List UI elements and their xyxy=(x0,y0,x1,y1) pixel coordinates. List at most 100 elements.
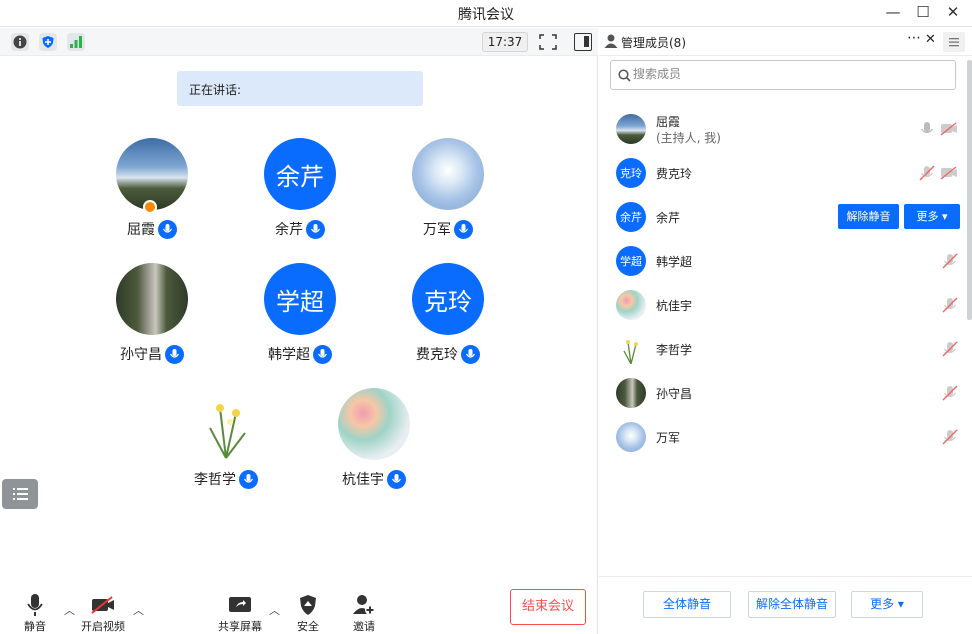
user-icon xyxy=(604,34,618,48)
microphone-icon xyxy=(5,592,65,618)
member-name: 韩学超 xyxy=(656,255,693,269)
footer-more-button[interactable]: 更多 ▾ xyxy=(851,591,923,618)
microphone-gray-icon[interactable] xyxy=(919,121,935,137)
microphone-off-icon[interactable] xyxy=(942,253,958,269)
shield-icon[interactable] xyxy=(39,33,57,51)
participant-tile[interactable]: 克玲 费克玲 xyxy=(388,263,508,373)
sidebar-toggle-icon[interactable] xyxy=(574,33,592,51)
participant-tile[interactable]: 李哲学 xyxy=(166,388,286,498)
participant-tile[interactable]: 屈霞 xyxy=(92,138,212,248)
share-screen-button[interactable]: 共享屏幕 xyxy=(210,592,270,634)
panel-close-button[interactable]: ✕ xyxy=(925,32,936,47)
member-row[interactable]: 李哲学 xyxy=(599,327,972,371)
mic-icon xyxy=(158,219,177,239)
member-search-box[interactable] xyxy=(610,60,956,90)
avatar: 克玲 xyxy=(412,263,484,335)
signal-icon[interactable] xyxy=(67,33,85,51)
microphone-off-icon[interactable] xyxy=(942,385,958,401)
participant-tile[interactable]: 学超 韩学超 xyxy=(240,263,360,373)
participant-name: 杭佳宇 xyxy=(342,472,384,488)
list-toggle-button[interactable] xyxy=(2,479,38,509)
bottom-toolbar: 静音 ︿ 开启视频 ︿ 共享屏幕 ︿ 安全 邀请 结束会议 xyxy=(0,584,598,634)
microphone-off-icon[interactable] xyxy=(942,297,958,313)
info-icon[interactable] xyxy=(11,33,29,51)
member-row[interactable]: 杭佳宇 xyxy=(599,283,972,327)
avatar: 余芹 xyxy=(616,202,646,232)
mic-icon xyxy=(165,344,184,364)
video-options-chevron-icon[interactable]: ︿ xyxy=(133,602,144,618)
member-role: (主持人, 我) xyxy=(656,131,721,145)
members-panel-title: 管理成员(8) xyxy=(621,36,686,50)
camera-off-icon[interactable] xyxy=(940,121,958,137)
caret-down-icon: ▾ xyxy=(897,597,904,611)
meeting-time: 17:37 xyxy=(482,32,528,52)
mic-icon xyxy=(454,219,473,239)
participant-tile[interactable]: 余芹 余芹 xyxy=(240,138,360,248)
security-button[interactable]: 安全 xyxy=(278,592,338,634)
meeting-area: 17:37 正在讲话: 屈霞 余芹 余芹 万军 孙守昌 学超 韩学超 克玲 费克… xyxy=(0,28,598,634)
member-name: 万军 xyxy=(656,431,681,445)
search-icon xyxy=(618,69,631,82)
camera-off-icon xyxy=(73,592,133,618)
avatar xyxy=(338,388,410,460)
avatar xyxy=(412,138,484,210)
panel-menu-icon[interactable] xyxy=(943,32,965,52)
title-bar: 腾讯会议 — ☐ ✕ xyxy=(0,0,972,27)
member-search-input[interactable] xyxy=(633,67,933,81)
caret-down-icon: ▾ xyxy=(941,210,948,223)
microphone-off-icon[interactable] xyxy=(942,429,958,445)
member-more-button[interactable]: 更多 ▾ xyxy=(904,204,960,229)
mic-icon xyxy=(387,469,406,489)
mic-icon xyxy=(313,344,332,364)
camera-off-icon[interactable] xyxy=(940,165,958,181)
window-title: 腾讯会议 xyxy=(458,7,514,23)
member-row[interactable]: 孙守昌 xyxy=(599,371,972,415)
member-row[interactable]: 万军 xyxy=(599,415,972,459)
avatar xyxy=(616,290,646,320)
avatar xyxy=(616,422,646,452)
member-name: 屈霞 xyxy=(656,115,681,129)
host-badge-icon xyxy=(143,200,157,214)
minimize-button[interactable]: — xyxy=(878,2,908,24)
member-name: 李哲学 xyxy=(656,343,693,357)
member-name: 费克玲 xyxy=(656,167,693,181)
microphone-off-icon[interactable] xyxy=(942,341,958,357)
speaking-banner: 正在讲话: xyxy=(177,71,423,106)
member-row[interactable]: 学超 韩学超 xyxy=(599,239,972,283)
participant-tile[interactable]: 万军 xyxy=(388,138,508,248)
unmute-all-button[interactable]: 解除全体静音 xyxy=(748,591,836,618)
member-row[interactable]: 屈霞 (主持人, 我) xyxy=(599,107,972,151)
participant-tile[interactable]: 孙守昌 xyxy=(92,263,212,373)
avatar xyxy=(190,388,262,460)
share-screen-icon xyxy=(210,592,270,618)
members-panel-footer: 全体静音 解除全体静音 更多 ▾ xyxy=(599,576,972,634)
video-button[interactable]: 开启视频 xyxy=(73,592,133,634)
avatar xyxy=(616,114,646,144)
member-name: 杭佳宇 xyxy=(656,299,693,313)
mic-icon xyxy=(461,344,480,364)
mute-button[interactable]: 静音 xyxy=(5,592,65,634)
member-row[interactable]: 余芹 余芹 解除静音 更多 ▾ xyxy=(599,195,972,239)
mic-icon xyxy=(306,219,325,239)
close-window-button[interactable]: ✕ xyxy=(938,2,968,24)
maximize-button[interactable]: ☐ xyxy=(908,2,938,24)
members-panel: 管理成员(8) ⋯ ✕ 屈霞 (主持人, 我) 克玲 费克玲 余芹 余芹 解除静… xyxy=(599,28,972,634)
mute-all-button[interactable]: 全体静音 xyxy=(643,591,731,618)
list-icon xyxy=(13,488,28,500)
unmute-member-button[interactable]: 解除静音 xyxy=(838,204,899,229)
end-meeting-button[interactable]: 结束会议 xyxy=(510,589,586,625)
scrollbar[interactable] xyxy=(967,60,972,320)
fullscreen-icon[interactable] xyxy=(539,34,557,50)
invite-button[interactable]: 邀请 xyxy=(334,592,394,634)
avatar: 学超 xyxy=(616,246,646,276)
participant-tile[interactable]: 杭佳宇 xyxy=(314,388,434,498)
avatar xyxy=(616,334,646,364)
microphone-off-icon[interactable] xyxy=(919,165,935,181)
participant-name: 孙守昌 xyxy=(120,347,162,363)
add-user-icon xyxy=(334,592,394,618)
participant-name: 李哲学 xyxy=(194,472,236,488)
panel-more-button[interactable]: ⋯ xyxy=(907,30,921,46)
member-name: 余芹 xyxy=(656,211,681,225)
meeting-toolbar: 17:37 xyxy=(0,28,598,56)
member-row[interactable]: 克玲 费克玲 xyxy=(599,151,972,195)
